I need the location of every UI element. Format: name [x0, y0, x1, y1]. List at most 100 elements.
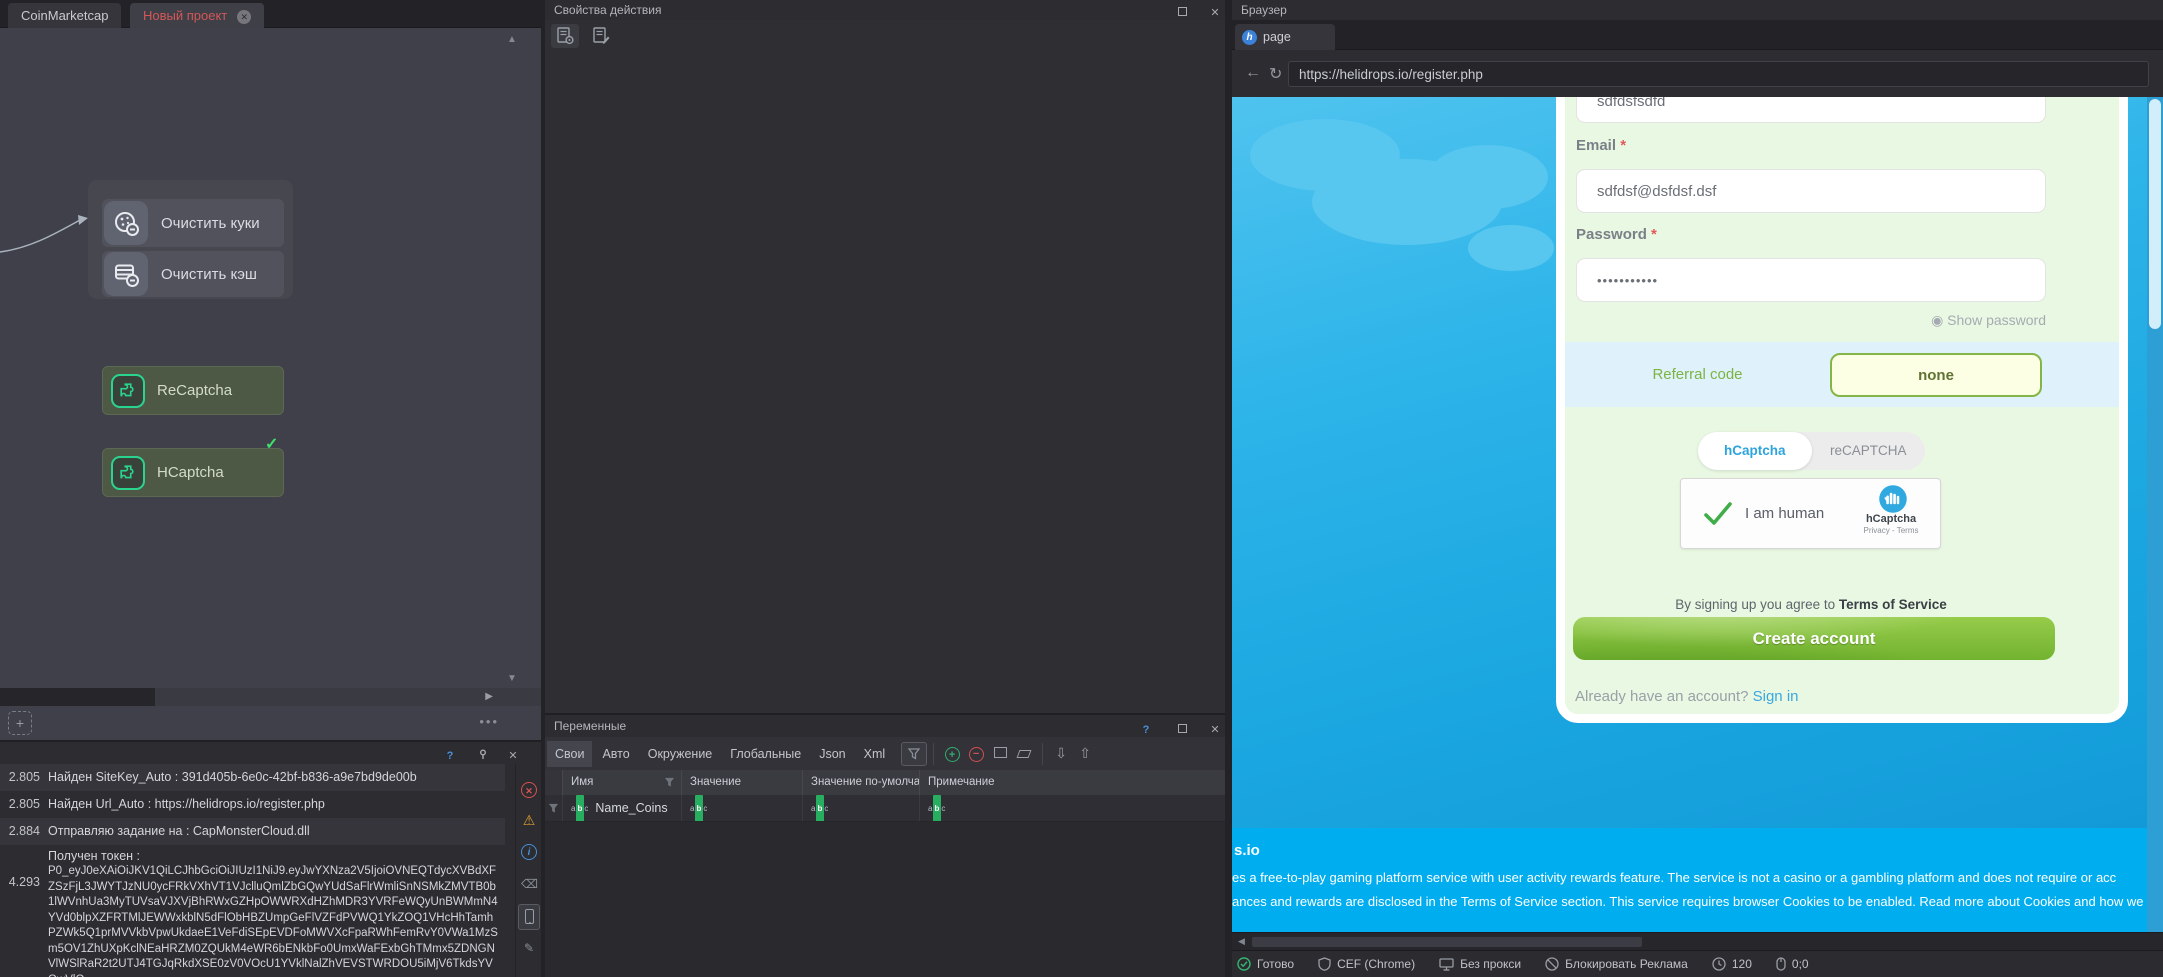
web-page-viewport[interactable]: Email * Password * ◉ Show password Refer…	[1232, 97, 2147, 932]
status-adblock[interactable]: Блокировать Реклама	[1545, 957, 1688, 971]
status-timeout[interactable]: 120	[1712, 957, 1752, 971]
status-engine[interactable]: CEF (Chrome)	[1318, 957, 1415, 971]
clock-icon	[1712, 957, 1726, 971]
tab-json[interactable]: Json	[811, 741, 853, 767]
mobile-view-button[interactable]	[518, 904, 540, 930]
log-row[interactable]: 2.884 Отправляю задание на : CapMonsterC…	[0, 818, 505, 845]
tab-xml[interactable]: Xml	[856, 741, 894, 767]
favicon: h	[1242, 30, 1257, 45]
log-row[interactable]: 2.805 Найден SiteKey_Auto : 391d405b-6e0…	[0, 764, 505, 791]
panel-splitter[interactable]	[1225, 0, 1232, 977]
referral-input[interactable]	[1830, 353, 2042, 397]
hcaptcha-privacy-terms[interactable]: Privacy - Terms	[1856, 526, 1926, 535]
add-variable-button[interactable]: +	[942, 746, 962, 762]
scroll-left-icon[interactable]: ◀	[1238, 936, 1245, 947]
type-abc-badge: abc	[571, 795, 588, 821]
variable-row[interactable]: abc Name_Coins abc abc abc	[545, 795, 1225, 822]
tab-recaptcha[interactable]: reCAPTCHA	[1812, 432, 1926, 470]
scrollbar-thumb[interactable]	[0, 688, 155, 706]
node-clear-cookies[interactable]: Очистить куки	[102, 199, 284, 247]
tab-own-variables[interactable]: Свои	[547, 741, 592, 767]
select-frame-button[interactable]	[990, 746, 1010, 761]
tab-environment[interactable]: Окружение	[640, 741, 721, 767]
referral-section: Referral code	[1565, 342, 2119, 407]
project-tab-label: CoinMarketcap	[21, 8, 108, 23]
variables-header: Переменные ? ✕	[545, 715, 1225, 737]
log-time: 2.884	[0, 818, 40, 845]
browser-horizontal-scrollbar[interactable]: ◀	[1232, 932, 2163, 950]
scrollbar-thumb[interactable]	[2149, 99, 2161, 329]
log-filter-strip: ✕ ⚠ i ⌫ ✎	[515, 764, 541, 977]
action-group[interactable]: Очистить куки Очистить кэш	[88, 180, 293, 299]
action-edit-icon[interactable]	[587, 24, 615, 48]
workflow-canvas[interactable]: Очистить куки Очистить кэш	[0, 28, 541, 688]
move-down-icon[interactable]: ⇩	[1051, 745, 1071, 762]
tab-auto-variables[interactable]: Авто	[594, 741, 637, 767]
browser-urlbar: ← ↻	[1232, 50, 2163, 97]
terms-link[interactable]: Terms of Service	[1839, 597, 1947, 612]
canvas-horizontal-scrollbar[interactable]: ▶	[0, 688, 541, 706]
node-hcaptcha[interactable]: HCaptcha	[102, 448, 284, 497]
variable-value-cell[interactable]: abc	[682, 795, 803, 821]
shield-icon	[1318, 957, 1331, 971]
variable-default-cell[interactable]: abc	[803, 795, 920, 821]
browser-panel: Браузер h page ← ↻ Email * Password *	[1232, 0, 2163, 977]
refresh-icon[interactable]: ↻	[1269, 64, 1282, 84]
log-row[interactable]: 2.805 Найден Url_Auto : https://helidrop…	[0, 791, 505, 818]
scroll-right-icon[interactable]: ▶	[485, 691, 493, 702]
filter-icon[interactable]	[664, 777, 675, 788]
application-window: CoinMarketcap Новый проект✕	[0, 0, 2163, 977]
clear-log-icon[interactable]: ⌫	[521, 876, 537, 892]
signin-link[interactable]: Sign in	[1753, 688, 1799, 705]
log-text: Найден SiteKey_Auto : 391d405b-6e0c-42bf…	[40, 764, 417, 791]
page-vertical-scrollbar[interactable]	[2147, 97, 2163, 932]
log-panel: ? ✕ 2.805 Найден SiteKey_Auto : 391d405b…	[0, 740, 541, 977]
filter-button[interactable]	[901, 742, 927, 766]
remove-variable-button[interactable]: −	[966, 745, 986, 762]
log-row-token[interactable]: 4.293 Получен токен : P0_eyJ0eXAiOiJKV1Q…	[0, 845, 505, 977]
back-icon[interactable]: ←	[1245, 64, 1261, 82]
row-gutter	[545, 770, 563, 795]
move-up-icon[interactable]: ⇧	[1075, 745, 1095, 762]
type-abc-badge: abc	[690, 795, 707, 821]
variable-name-cell[interactable]: abc Name_Coins	[563, 795, 682, 821]
canvas-scroll-down-icon[interactable]: ▼	[507, 673, 517, 684]
node-label: HCaptcha	[157, 464, 224, 481]
email-input[interactable]	[1576, 169, 2046, 213]
add-action-button[interactable]: +	[8, 711, 32, 735]
close-tab-icon[interactable]: ✕	[237, 10, 251, 24]
column-header-name[interactable]: Имя	[563, 770, 682, 795]
create-account-button[interactable]: Create account	[1573, 617, 2055, 660]
filter-errors-icon[interactable]: ✕	[521, 782, 537, 798]
help-icon[interactable]: ?	[443, 746, 457, 766]
status-proxy[interactable]: Без прокси	[1439, 957, 1521, 971]
more-options-icon[interactable]: •••	[479, 714, 499, 729]
hcaptcha-widget[interactable]: I am human hCaptcha Privacy - Terms	[1680, 478, 1941, 549]
project-tab-new-project[interactable]: Новый проект✕	[130, 3, 264, 28]
brush-icon[interactable]: ✎	[521, 940, 537, 956]
column-header-default[interactable]: Значение по-умолчанию	[803, 770, 920, 795]
filter-warnings-icon[interactable]: ⚠	[521, 812, 537, 828]
column-header-value[interactable]: Значение	[682, 770, 803, 795]
action-settings-icon[interactable]	[551, 24, 579, 48]
node-recaptcha[interactable]: ReCaptcha	[102, 366, 284, 415]
puzzle-icon	[111, 374, 145, 408]
username-input[interactable]	[1576, 97, 2046, 123]
filter-info-icon[interactable]: i	[521, 844, 537, 860]
variable-note-cell[interactable]: abc	[920, 795, 1225, 821]
tab-global-variables[interactable]: Глобальные	[722, 741, 809, 767]
show-password-toggle[interactable]: ◉ Show password	[1931, 312, 2046, 329]
eraser-button[interactable]	[1014, 746, 1034, 761]
password-input[interactable]	[1576, 258, 2046, 302]
url-input[interactable]	[1288, 61, 2149, 87]
canvas-scroll-up-icon[interactable]: ▲	[507, 34, 517, 45]
column-header-note[interactable]: Примечание	[920, 770, 1225, 795]
token-value: P0_eyJ0eXAiOiJKV1QiLCJhbGciOiJIUzI1NiJ9.…	[48, 865, 498, 977]
tab-hcaptcha[interactable]: hCaptcha	[1698, 432, 1812, 470]
browser-tab-page[interactable]: h page	[1235, 24, 1335, 50]
node-clear-cache[interactable]: Очистить кэш	[102, 251, 284, 297]
project-tab-coinmarketcap[interactable]: CoinMarketcap	[8, 3, 121, 28]
scrollbar-thumb[interactable]	[1252, 937, 1642, 947]
pin-icon[interactable]	[476, 746, 490, 766]
close-icon[interactable]: ✕	[506, 746, 520, 766]
